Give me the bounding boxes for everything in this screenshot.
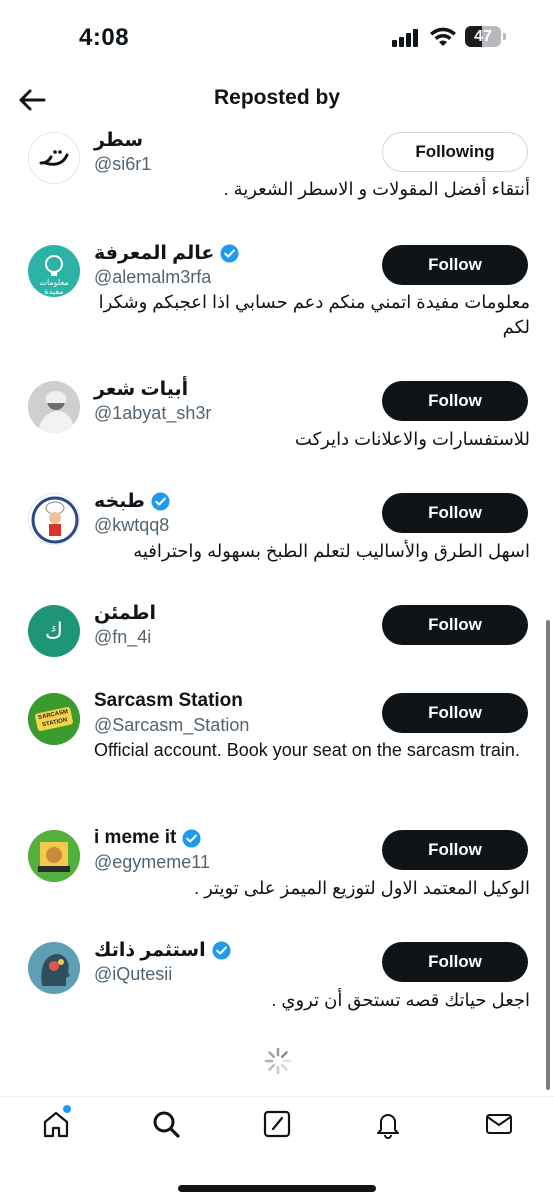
tab-messages[interactable] [484,1109,514,1139]
user-handle: @Sarcasm_Station [94,715,250,735]
search-icon [153,1111,180,1138]
user-bio: أنتقاء أفضل المقولات و الاسطر الشعرية . [223,179,530,199]
avatar[interactable] [28,381,80,433]
avatar[interactable]: SARCASM STATION [28,693,80,745]
display-name[interactable]: سطر [94,129,143,152]
follow-button[interactable]: Follow [382,693,528,733]
avatar[interactable] [28,830,80,882]
verified-badge-icon [151,491,170,511]
user-handle: @egymeme11 [94,852,210,872]
follow-button[interactable]: Follow [382,493,528,533]
user-bio: معلومات مفيدة اتمني منكم دعم حسابي اذا ا… [98,292,530,337]
avatar[interactable]: ك [28,605,80,657]
scroll-indicator[interactable] [546,620,550,1090]
meme-cat-icon [28,830,80,882]
envelope-icon [486,1114,512,1134]
display-name[interactable]: طبخه [94,490,145,513]
bell-icon [377,1114,399,1139]
tab-home[interactable] [41,1105,71,1139]
tab-notifications[interactable] [373,1109,403,1139]
home-indicator [178,1185,376,1192]
follow-button[interactable]: Follow [382,830,528,870]
display-name[interactable]: أبيات شعر [94,378,188,401]
display-name[interactable]: i meme it [94,827,176,849]
user-handle: @kwtqq8 [94,515,170,535]
display-name[interactable]: اطمئن [94,602,156,625]
wifi-icon [430,27,456,46]
user-bio: اجعل حياتك قصه تستحق أن تروي . [271,990,530,1010]
name-line: أبيات شعر [94,376,188,402]
verified-badge-icon [220,243,239,263]
following-button[interactable]: Following [382,132,528,172]
avatar-text: معلومات مفيدة [39,278,69,296]
name-line: اطمئن [94,600,156,626]
follow-button[interactable]: Follow [382,245,528,285]
name-line: i meme it [94,825,201,851]
display-name[interactable]: عالم المعرفة [94,242,214,265]
verified-badge-icon [182,828,201,848]
status-bar: 4:08 47 [0,0,554,76]
verified-badge-icon [212,940,231,960]
user-bio: اسهل الطرق والأساليب لتعلم الطبخ بسهوله … [133,541,530,561]
cellular-signal-icon [392,29,420,47]
notification-dot [63,1105,71,1113]
user-handle: @fn_4i [94,627,152,647]
display-name[interactable]: استثمر ذاتك [94,939,206,962]
name-line: Sarcasm Station [94,688,243,714]
battery-icon: 47 [465,26,506,47]
page-title: Reposted by [213,86,341,109]
battery-level: 47 [474,28,492,45]
user-handle: @si6r1 [94,154,152,174]
tab-compose[interactable] [262,1109,292,1139]
status-time: 4:08 [79,24,130,51]
avatar[interactable]: معلومات مفيدة [28,245,80,297]
chef-icon [31,496,79,544]
follow-button[interactable]: Follow [382,381,528,421]
avatar[interactable] [28,132,80,184]
user-handle: @iQutesii [94,964,173,984]
user-bio: للاستفسارات والاعلانات دايركت [294,429,530,449]
name-line: سطر [94,127,143,153]
reposted-by-list: سطر @si6r1 Following أنتقاء أفضل المقولا… [0,122,554,1082]
follow-button[interactable]: Follow [382,605,528,645]
nav-header: Reposted by [0,76,554,122]
display-name[interactable]: Sarcasm Station [94,690,243,712]
avatar[interactable] [28,942,80,994]
user-bio: الوكيل المعتمد الاول لتوزيع الميمز على ت… [194,878,530,898]
name-line: عالم المعرفة [94,240,239,266]
head-gears-icon [28,942,80,994]
name-line: طبخه [94,488,170,514]
home-icon [43,1111,69,1138]
loading-spinner-icon [264,1047,292,1075]
name-line: استثمر ذاتك [94,937,231,963]
user-handle: @alemalm3rfa [94,267,212,287]
user-bio: Official account. Book your seat on the … [94,740,520,760]
user-handle: @1abyat_sh3r [94,403,212,423]
tab-search[interactable] [151,1109,181,1139]
follow-button[interactable]: Follow [382,942,528,982]
avatar[interactable] [28,493,80,545]
tab-bar [0,1096,554,1200]
avatar-text: ك [44,618,64,643]
compose-icon [263,1110,291,1138]
